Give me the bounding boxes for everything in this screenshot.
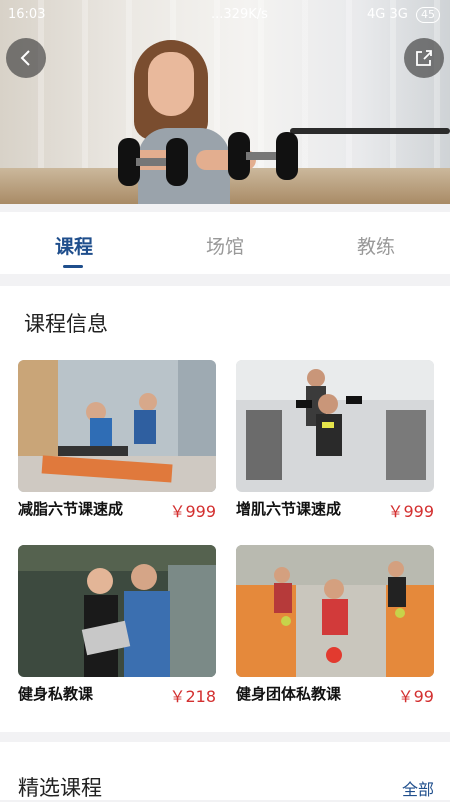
- tab-bar: 课程 场馆 教练: [0, 212, 450, 274]
- tab-coaches[interactable]: 教练: [326, 232, 426, 259]
- featured-section: 精选课程 全部: [0, 742, 450, 800]
- course-price: ￥999: [387, 502, 434, 521]
- dumbbell-left: [118, 138, 188, 186]
- course-price: ￥218: [169, 687, 216, 706]
- status-bar: 16:03 ...329K/s 4G 3G 45: [0, 0, 450, 30]
- status-time: 16:03: [8, 7, 46, 22]
- course-price: ￥99: [397, 687, 434, 706]
- course-name: 减脂六节课速成: [18, 500, 124, 518]
- back-icon: [20, 50, 30, 66]
- course-name: 增肌六节课速成: [236, 500, 342, 518]
- status-signal: 4G 3G 45: [367, 7, 440, 23]
- course-image: [236, 545, 434, 677]
- status-network-speed: ...329K/s: [211, 7, 268, 22]
- view-all-link[interactable]: 全部: [402, 776, 434, 800]
- tab-venues[interactable]: 场馆: [175, 232, 275, 259]
- dumbbell-right: [228, 132, 298, 180]
- course-name: 健身团体私教课: [236, 685, 342, 703]
- course-name: 健身私教课: [18, 685, 94, 703]
- course-price: ￥999: [169, 502, 216, 521]
- hero-banner: [0, 0, 450, 204]
- tab-active-indicator: [63, 265, 83, 268]
- tab-courses[interactable]: 课程: [24, 232, 124, 259]
- share-icon: [416, 50, 432, 66]
- course-info-section: 课程信息 减脂六节课速成 ￥999 增肌六节课速成 ￥999 健身私教课 ￥21…: [0, 286, 450, 732]
- battery-icon: 45: [416, 7, 440, 23]
- hero-person-face: [148, 52, 194, 116]
- featured-title: 精选课程: [18, 776, 102, 800]
- back-button[interactable]: [6, 38, 46, 78]
- course-image: [236, 360, 434, 492]
- hero-rack-bar: [290, 128, 450, 134]
- course-image: [18, 360, 216, 492]
- share-button[interactable]: [404, 38, 444, 78]
- section-title: 课程信息: [24, 312, 108, 336]
- signal-text: 4G 3G: [367, 7, 408, 22]
- course-image: [18, 545, 216, 677]
